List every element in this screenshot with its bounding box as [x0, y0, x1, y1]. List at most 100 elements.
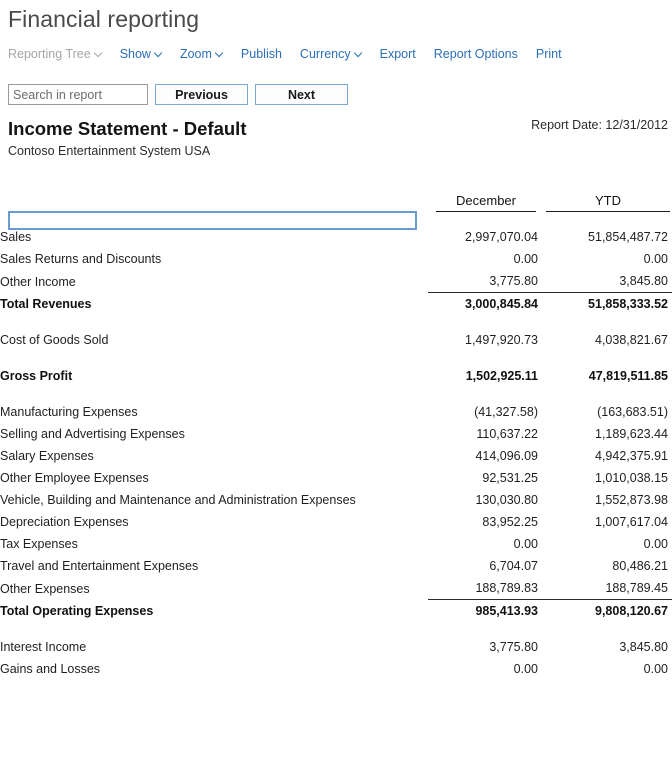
report-date: Report Date: 12/31/2012	[531, 118, 668, 132]
row-value-ytd: (163,683.51)	[597, 405, 668, 419]
column-header-december-text: December	[436, 193, 536, 212]
row-label: Total Operating Expenses	[0, 604, 154, 618]
selected-row-input[interactable]	[8, 211, 417, 230]
column-header-label	[0, 186, 428, 212]
spacer-cell	[428, 212, 538, 226]
row-value-ytd: 4,038,821.67	[595, 333, 668, 347]
search-input[interactable]	[8, 84, 148, 105]
spacer-cell	[538, 622, 672, 636]
previous-button[interactable]: Previous	[155, 84, 248, 105]
row-value-ytd: 3,845.80	[619, 640, 668, 654]
row-value-ytd: 80,486.21	[612, 559, 668, 573]
row-value-december: 130,030.80	[475, 493, 538, 507]
row-label: Gains and Losses	[0, 662, 101, 676]
spacer-cell	[0, 622, 428, 636]
table-row[interactable]: Depreciation Expenses 83,952.25 1,007,617.…	[0, 511, 672, 533]
cmd-show[interactable]: Show	[111, 44, 171, 64]
spacer-cell	[538, 387, 672, 401]
row-label: Tax Expenses	[0, 537, 78, 551]
cmd-publish[interactable]: Publish	[232, 44, 291, 64]
row-label: Sales Returns and Discounts	[0, 252, 162, 266]
table-row[interactable]: Other Income 3,775.80 3,845.80	[0, 270, 672, 293]
cmd-zoom[interactable]: Zoom	[171, 44, 232, 64]
table-row[interactable]: Salary Expenses 414,096.09 4,942,375.91	[0, 445, 672, 467]
spacer-cell	[0, 387, 428, 401]
row-value-ytd: 47,819,511.85	[588, 369, 668, 383]
row-value-ytd: 0.00	[643, 662, 668, 676]
table-spacer-row	[0, 387, 672, 401]
row-value-ytd: 188,789.45	[538, 577, 672, 600]
row-value-ytd: 0.00	[643, 537, 668, 551]
table-row[interactable]: Selling and Advertising Expenses 110,637.…	[0, 423, 672, 445]
cmd-print[interactable]: Print	[527, 44, 571, 64]
table-row[interactable]: Gross Profit 1,502,925.11 47,819,511.85	[0, 365, 672, 387]
row-label: Cost of Goods Sold	[0, 333, 109, 347]
table-row[interactable]: Gains and Losses 0.00 0.00	[0, 658, 672, 680]
table-spacer-row	[0, 622, 672, 636]
table-row[interactable]: Other Employee Expenses 92,531.25 1,010,03…	[0, 467, 672, 489]
spacer-cell	[538, 315, 672, 329]
table-row[interactable]: Tax Expenses 0.00 0.00	[0, 533, 672, 555]
row-value-ytd: 3,845.80	[538, 270, 672, 293]
row-value-december: 3,000,845.84	[465, 297, 538, 311]
row-value-december: 414,096.09	[475, 449, 538, 463]
table-row[interactable]: Total Revenues 3,000,845.84 51,858,333.52	[0, 293, 672, 316]
table-row[interactable]: Sales Returns and Discounts 0.00 0.00	[0, 248, 672, 270]
row-value-december: 0.00	[513, 537, 538, 551]
report-subtitle: Contoso Entertainment System USA	[8, 144, 211, 158]
cmd-print-label: Print	[535, 47, 562, 61]
spacer-cell	[0, 315, 428, 329]
row-value-december: (41,327.58)	[474, 405, 538, 419]
row-value-ytd: 51,858,333.52	[588, 297, 668, 311]
row-label: Other Expenses	[0, 581, 90, 596]
cmd-currency[interactable]: Currency	[291, 44, 371, 64]
cmd-currency-label: Currency	[299, 47, 351, 61]
table-row[interactable]: Interest Income 3,775.80 3,845.80	[0, 636, 672, 658]
spacer-cell	[428, 351, 538, 365]
income-statement-table: December YTD Sales 2,997,070.04 51,854,487…	[0, 186, 672, 680]
search-toolbar: Previous Next	[8, 84, 348, 105]
table-spacer-row	[0, 351, 672, 365]
column-header-ytd: YTD	[538, 186, 672, 212]
spacer-cell	[538, 212, 672, 226]
table-row[interactable]: Manufacturing Expenses (41,327.58) (163,68…	[0, 401, 672, 423]
cmd-reporting-tree-label: Reporting Tree	[8, 47, 91, 61]
row-label: Gross Profit	[0, 369, 73, 383]
chevron-down-icon	[216, 50, 223, 57]
cmd-zoom-label: Zoom	[179, 47, 212, 61]
cmd-export[interactable]: Export	[371, 44, 425, 64]
row-value-ytd: 1,189,623.44	[595, 427, 668, 441]
table-row[interactable]: Vehicle, Building and Maintenance and Ad…	[0, 489, 672, 511]
table-spacer-row	[0, 315, 672, 329]
row-value-december: 1,497,920.73	[465, 333, 538, 347]
spacer-cell	[428, 622, 538, 636]
row-value-december: 985,413.93	[475, 604, 538, 618]
column-header-december: December	[428, 186, 538, 212]
table-row[interactable]: Cost of Goods Sold 1,497,920.73 4,038,821.…	[0, 329, 672, 351]
row-label: Other Employee Expenses	[0, 471, 149, 485]
row-value-december: 110,637.22	[476, 427, 538, 441]
cmd-report-options[interactable]: Report Options	[425, 44, 527, 64]
row-value-december: 188,789.83	[428, 577, 538, 600]
row-value-ytd: 1,007,617.04	[595, 515, 668, 529]
row-label: Other Income	[0, 274, 76, 289]
next-button[interactable]: Next	[255, 84, 348, 105]
cmd-report-options-label: Report Options	[433, 47, 518, 61]
table-row[interactable]: Travel and Entertainment Expenses 6,704.0…	[0, 555, 672, 577]
row-value-december: 0.00	[513, 662, 538, 676]
row-value-december: 6,704.07	[489, 559, 538, 573]
row-value-ytd: 51,854,487.72	[588, 230, 668, 244]
row-value-ytd: 9,808,120.67	[595, 604, 668, 618]
page-title: Financial reporting	[8, 6, 200, 32]
row-value-december: 2,997,070.04	[465, 230, 538, 244]
row-label: Interest Income	[0, 640, 87, 654]
table-row[interactable]: Total Operating Expenses 985,413.93 9,808,…	[0, 600, 672, 623]
cmd-export-label: Export	[379, 47, 416, 61]
row-value-december: 0.00	[513, 252, 538, 266]
row-value-december: 92,531.25	[482, 471, 538, 485]
table-row[interactable]: Other Expenses 188,789.83 188,789.45	[0, 577, 672, 600]
spacer-cell	[428, 387, 538, 401]
cmd-show-label: Show	[119, 47, 151, 61]
row-label: Total Revenues	[0, 297, 92, 311]
row-value-ytd: 1,010,038.15	[595, 471, 668, 485]
